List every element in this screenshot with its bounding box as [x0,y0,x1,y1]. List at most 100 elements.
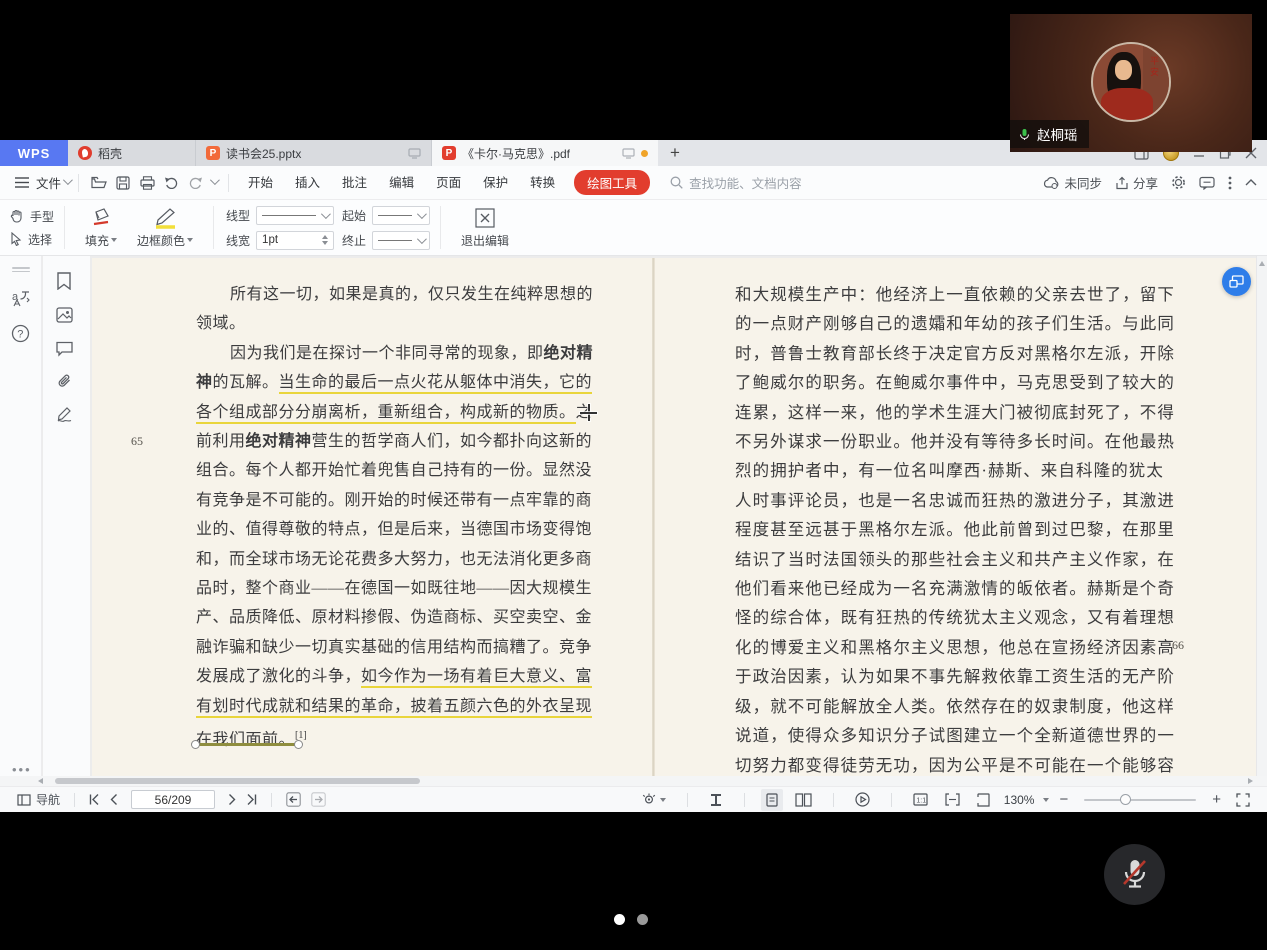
book-text-line: 有竞争是不可能的。刚开始的时候还带有一点牢靠的商 [196,486,598,515]
menu-start[interactable]: 开始 [237,166,284,200]
scroll-left-arrow[interactable] [38,778,43,784]
vertical-scrollbar[interactable] [1256,256,1267,776]
chevron-down-icon [63,175,73,185]
undo-icon[interactable] [159,171,183,195]
draw-tools-tab[interactable]: 绘图工具 [574,170,650,195]
image-icon[interactable] [56,307,73,323]
signature-icon[interactable] [56,406,74,422]
eye-protection-button[interactable] [636,789,671,811]
rail-more-icon[interactable]: ••• [12,762,32,776]
collapse-ribbon-icon[interactable] [1245,179,1257,186]
hamburger-menu-icon[interactable] [10,171,34,195]
fit-width-button[interactable] [940,789,965,811]
tab-label: 《卡尔·马克思》.pdf [462,145,570,162]
menu-page[interactable]: 页面 [425,166,472,200]
tab-pdf-active[interactable]: P 《卡尔·马克思》.pdf [432,140,658,166]
last-page-button[interactable] [241,789,262,811]
line-start-dropdown[interactable] [372,206,430,225]
zoom-slider[interactable] [1084,799,1196,801]
menu-convert[interactable]: 转换 [519,166,566,200]
next-page-button[interactable] [223,789,241,811]
video-call-overlay[interactable]: 平安 赵桐瑶 [1010,14,1252,152]
page-number-right: 66 [1172,638,1184,653]
history-back-button[interactable] [281,789,306,811]
select-tool-button[interactable]: 选择 [10,231,54,248]
tab-presentation[interactable]: P 读书会25.pptx [196,140,432,166]
menu-annotate[interactable]: 批注 [331,166,378,200]
panel-drag-handle[interactable] [12,265,30,274]
book-gutter [652,258,655,776]
svg-text:1:1: 1:1 [916,798,926,805]
single-page-view-button[interactable] [761,789,783,811]
menu-insert[interactable]: 插入 [284,166,331,200]
fullscreen-button[interactable] [1231,789,1255,811]
translate-icon[interactable]: a [10,289,32,309]
menu-edit[interactable]: 编辑 [378,166,425,200]
overlay-pager-dots[interactable] [614,914,648,925]
fit-page-button[interactable] [972,789,995,811]
status-bar: 导航 56/209 [0,786,1267,812]
scroll-up-arrow[interactable] [1259,261,1265,266]
page-number-input[interactable]: 56/209 [131,790,215,809]
line-width-value: 1pt [262,234,278,246]
hand-tool-button[interactable]: 手型 [10,208,54,225]
prev-page-button[interactable] [105,789,123,811]
redo-icon[interactable] [183,171,207,195]
extract-to-slides-button[interactable] [1222,267,1251,296]
mic-muted-button[interactable] [1104,844,1165,905]
save-icon[interactable] [111,171,135,195]
unsaved-dot-icon [641,150,648,157]
scroll-right-arrow[interactable] [1248,778,1253,784]
more-options-icon[interactable] [1228,176,1232,190]
participant-name: 赵桐瑶 [1037,124,1078,144]
selected-line-annotation[interactable] [197,743,297,746]
tab-daoke[interactable]: 稻壳 [68,140,196,166]
horizontal-scrollbar[interactable] [0,776,1267,786]
two-page-view-button[interactable] [790,789,817,811]
search-input[interactable]: 查找功能、文档内容 [670,173,802,192]
zoom-level-value[interactable]: 130% [1004,793,1035,807]
annotation-handle-left[interactable] [191,740,200,749]
share-button[interactable]: 分享 [1115,173,1158,192]
exit-edit-button[interactable]: 退出编辑 [451,200,519,255]
scrollbar-thumb[interactable] [55,778,420,784]
comment-icon[interactable] [56,341,73,357]
step-down-icon[interactable] [322,241,328,245]
pager-dot[interactable] [637,914,648,925]
fit-height-button[interactable] [704,789,728,811]
history-forward-button[interactable] [306,789,331,811]
bookmark-icon[interactable] [56,272,72,290]
zoom-dropdown-icon[interactable] [1043,798,1049,802]
navigation-toggle[interactable]: 导航 [12,789,65,811]
open-file-icon[interactable] [87,171,111,195]
line-type-dropdown[interactable] [256,206,334,225]
step-up-icon[interactable] [322,235,328,239]
zoom-in-button[interactable]: + [1209,791,1224,808]
line-end-dropdown[interactable] [372,231,430,250]
fill-color-button[interactable]: 填充 [75,200,127,255]
line-width-stepper[interactable]: 1pt [256,231,334,250]
zoom-out-button[interactable]: − [1056,791,1071,808]
more-commands-icon[interactable] [210,175,220,185]
first-page-button[interactable] [84,789,105,811]
annotation-handle-right[interactable] [294,740,303,749]
menu-protect[interactable]: 保护 [472,166,519,200]
participant-avatar: 平安 [1091,42,1171,122]
attachment-icon[interactable] [56,373,73,390]
zoom-slider-knob[interactable] [1120,794,1131,805]
book-text-line: 各个组成部分分崩离析，重新组合，构成新的物质。之 [196,398,598,427]
print-icon[interactable] [135,171,159,195]
actual-size-button[interactable]: 1:1 [908,789,933,811]
caret-down-icon [111,238,117,242]
play-slideshow-button[interactable] [850,789,875,811]
new-tab-button[interactable]: + [658,140,692,166]
wps-home-button[interactable]: WPS [0,140,68,166]
file-menu[interactable]: 文件 [36,173,61,192]
settings-gear-icon[interactable] [1171,175,1186,190]
book-text-line: 级，就不可能解放全人类。依然存在的奴隶制度，他这样 [735,692,1167,721]
comment-bubble-icon[interactable] [1199,176,1215,190]
sync-status[interactable]: 未同步 [1043,173,1102,192]
border-color-button[interactable]: 边框颜色 [127,200,203,255]
pager-dot-active[interactable] [614,914,625,925]
help-icon[interactable]: ? [11,324,30,343]
